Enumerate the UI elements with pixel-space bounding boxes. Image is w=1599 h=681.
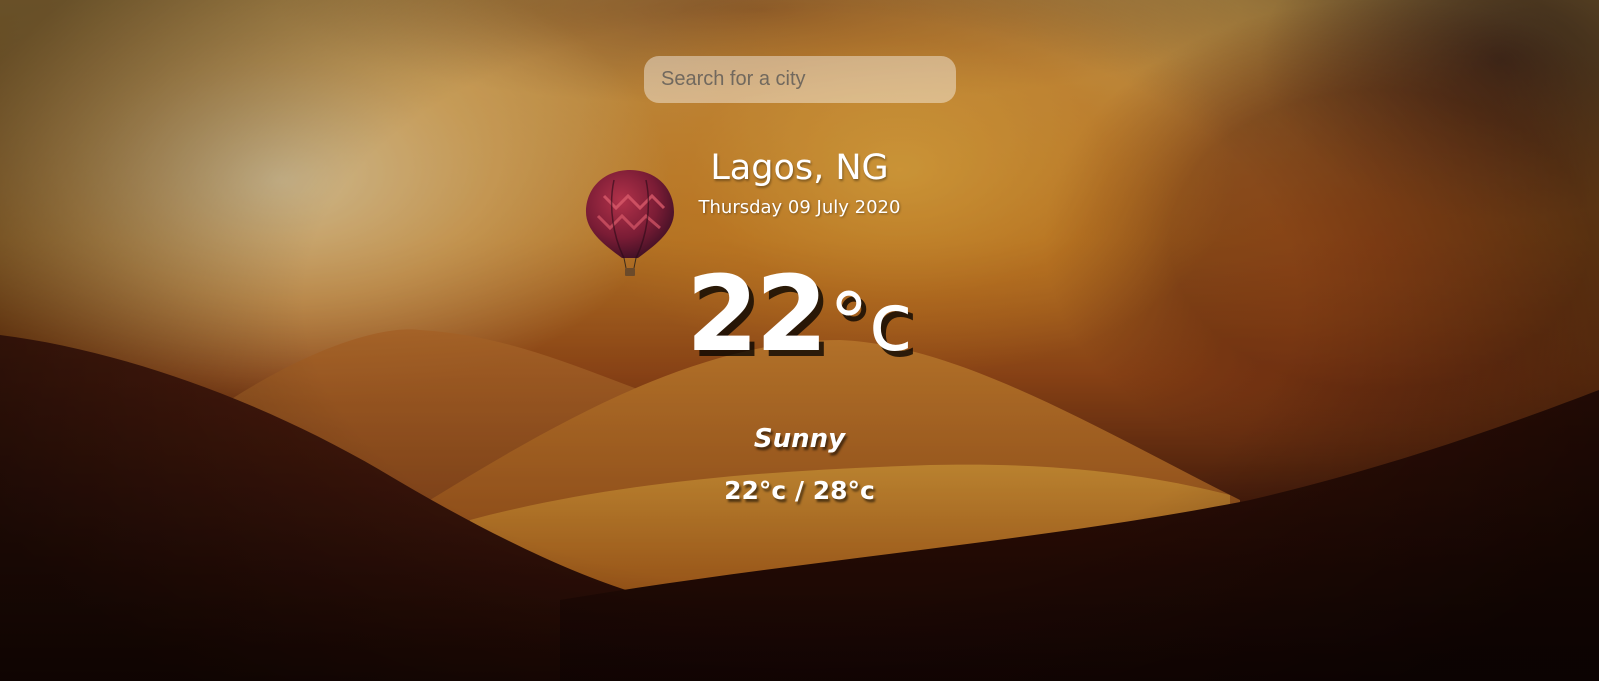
temperature-range: 22°c / 28°c [724,476,875,505]
search-input[interactable] [644,56,956,103]
current-temperature: 22°c [0,262,1599,366]
weather-condition: Sunny [753,424,846,454]
city-name: Lagos, NG [710,148,889,188]
temperature-value: 22 [686,253,828,375]
current-date: Thursday 09 July 2020 [698,197,901,218]
temperature-unit: °c [828,276,913,369]
weather-app: Lagos, NG Thursday 09 July 2020 22°c Sun… [0,0,1599,681]
